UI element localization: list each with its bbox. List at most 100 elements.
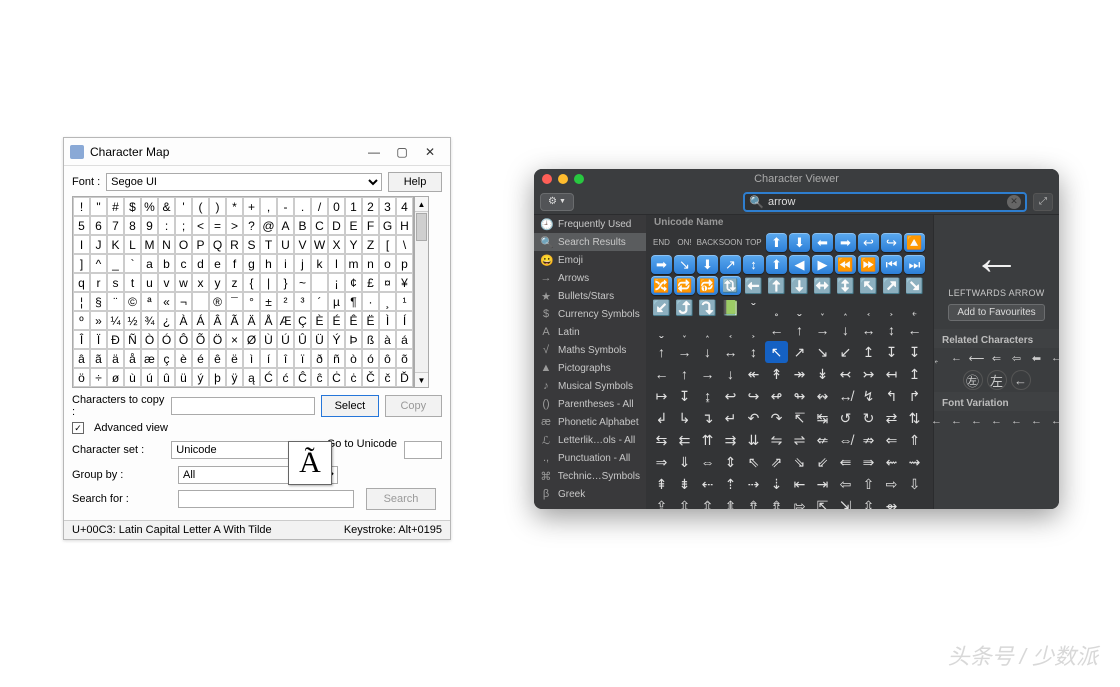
result-char[interactable]: ← bbox=[903, 319, 926, 341]
char-cell[interactable]: ° bbox=[243, 292, 260, 311]
result-char[interactable]: 🔁 bbox=[674, 276, 695, 295]
char-cell[interactable]: & bbox=[158, 197, 175, 216]
result-char[interactable]: ˳ bbox=[765, 297, 788, 319]
char-cell[interactable]: ÷ bbox=[90, 368, 107, 387]
result-char[interactable]: ↺ bbox=[834, 407, 857, 429]
char-cell[interactable]: F bbox=[362, 216, 379, 235]
result-char[interactable]: ⇑ bbox=[903, 429, 926, 451]
result-char[interactable]: ˲ bbox=[880, 297, 903, 319]
char-cell[interactable]: x bbox=[192, 273, 209, 292]
result-char[interactable]: ↪ bbox=[881, 233, 902, 252]
char-cell[interactable]: à bbox=[379, 330, 396, 349]
result-char[interactable]: ↑ bbox=[673, 363, 696, 385]
char-cell[interactable]: ­ bbox=[192, 292, 209, 311]
character-results-grid[interactable]: ENDON!BACKSOONTOP⬆⬇⬅➡↩↪🔼➡↘⬇↗↕⬆◀▶⏪⏩⏮⏭🔀🔁🔂🔃… bbox=[646, 230, 933, 509]
char-cell[interactable]: Å bbox=[260, 311, 277, 330]
char-cell[interactable]: Ä bbox=[243, 311, 260, 330]
char-cell[interactable]: č bbox=[379, 368, 396, 387]
char-cell[interactable]: - bbox=[277, 197, 294, 216]
result-char[interactable]: ↧ bbox=[880, 341, 903, 363]
result-char[interactable]: ↤ bbox=[880, 363, 903, 385]
result-char[interactable]: ↰ bbox=[880, 385, 903, 407]
char-cell[interactable]: Y bbox=[345, 235, 362, 254]
result-char[interactable]: ↕ bbox=[742, 341, 765, 363]
char-cell[interactable]: K bbox=[107, 235, 124, 254]
related-char[interactable]: ← bbox=[949, 413, 965, 429]
char-cell[interactable]: Č bbox=[362, 368, 379, 387]
result-char[interactable]: ⇲ bbox=[834, 495, 857, 509]
char-cell[interactable]: Ì bbox=[379, 311, 396, 330]
sidebar-item[interactable]: √Maths Symbols bbox=[534, 341, 646, 359]
char-cell[interactable]: Ñ bbox=[124, 330, 141, 349]
result-char[interactable]: ⬆ bbox=[766, 255, 787, 274]
char-cell[interactable]: ¼ bbox=[107, 311, 124, 330]
char-cell[interactable]: ¥ bbox=[396, 273, 413, 292]
help-button[interactable]: Help bbox=[388, 172, 442, 192]
result-char[interactable]: ↳ bbox=[673, 407, 696, 429]
char-cell[interactable]: I bbox=[73, 235, 90, 254]
char-cell[interactable]: L bbox=[124, 235, 141, 254]
char-cell[interactable]: Ù bbox=[260, 330, 277, 349]
add-favourite-button[interactable]: Add to Favourites bbox=[948, 304, 1044, 321]
result-char[interactable]: ˱ bbox=[857, 297, 880, 319]
char-cell[interactable]: Á bbox=[192, 311, 209, 330]
result-char[interactable]: ⇖ bbox=[742, 451, 765, 473]
char-cell[interactable]: Ò bbox=[141, 330, 158, 349]
char-cell[interactable]: õ bbox=[396, 349, 413, 368]
char-cell[interactable]: É bbox=[328, 311, 345, 330]
char-cell[interactable]: Ĉ bbox=[294, 368, 311, 387]
char-cell[interactable]: § bbox=[90, 292, 107, 311]
result-char[interactable]: TOP bbox=[742, 232, 765, 254]
result-char[interactable]: SOON bbox=[719, 232, 742, 254]
char-cell[interactable]: ¢ bbox=[345, 273, 362, 292]
mac-titlebar[interactable]: Character Viewer bbox=[534, 169, 1059, 189]
char-cell[interactable]: v bbox=[158, 273, 175, 292]
char-cell[interactable]: ß bbox=[362, 330, 379, 349]
char-cell[interactable]: Ö bbox=[209, 330, 226, 349]
char-cell[interactable]: 2 bbox=[362, 197, 379, 216]
result-char[interactable]: ⇒ bbox=[650, 451, 673, 473]
char-cell[interactable]: } bbox=[277, 273, 294, 292]
result-char[interactable]: ↹ bbox=[811, 407, 834, 429]
result-char[interactable]: ˰ bbox=[834, 297, 857, 319]
result-char[interactable]: ↓ bbox=[719, 363, 742, 385]
char-cell[interactable]: ¶ bbox=[345, 292, 362, 311]
char-cell[interactable]: p bbox=[396, 254, 413, 273]
result-char[interactable]: ➡ bbox=[651, 255, 672, 274]
char-cell[interactable]: 9 bbox=[141, 216, 158, 235]
char-cell[interactable]: A bbox=[277, 216, 294, 235]
result-char[interactable]: ⏮ bbox=[881, 255, 902, 274]
result-char[interactable]: ⇇ bbox=[673, 429, 696, 451]
sidebar-item[interactable]: ⌘Technic…Symbols bbox=[534, 467, 646, 485]
related-char[interactable]: ← bbox=[969, 413, 985, 429]
search-input[interactable] bbox=[178, 490, 354, 508]
char-cell[interactable]: 1 bbox=[345, 197, 362, 216]
char-cell[interactable]: @ bbox=[260, 216, 277, 235]
char-cell[interactable]: Ý bbox=[328, 330, 345, 349]
result-char[interactable]: ↲ bbox=[650, 407, 673, 429]
result-char[interactable]: ↟ bbox=[765, 363, 788, 385]
result-char[interactable]: ↫ bbox=[765, 385, 788, 407]
char-cell[interactable]: = bbox=[209, 216, 226, 235]
char-cell[interactable]: y bbox=[209, 273, 226, 292]
advanced-checkbox[interactable]: ✓ bbox=[72, 422, 84, 434]
related-char[interactable]: ← bbox=[929, 413, 945, 429]
char-cell[interactable]: â bbox=[73, 349, 90, 368]
char-cell[interactable]: i bbox=[277, 254, 294, 273]
char-cell[interactable]: Ë bbox=[362, 311, 379, 330]
result-char[interactable]: ↕️ bbox=[834, 275, 857, 297]
sidebar-item[interactable]: βGreek bbox=[534, 485, 646, 503]
result-char[interactable]: BACK bbox=[696, 232, 719, 254]
result-char[interactable]: ↴ bbox=[696, 407, 719, 429]
char-cell[interactable]: \ bbox=[396, 235, 413, 254]
char-cell[interactable]: N bbox=[158, 235, 175, 254]
result-char[interactable]: ⇯ bbox=[765, 495, 788, 509]
result-char[interactable]: ↙️ bbox=[650, 297, 673, 319]
result-char[interactable]: ↘ bbox=[811, 341, 834, 363]
char-cell[interactable]: » bbox=[90, 311, 107, 330]
result-char[interactable]: ⬆ bbox=[766, 233, 787, 252]
result-char[interactable]: ↓ bbox=[834, 319, 857, 341]
result-char[interactable]: ↕ bbox=[880, 319, 903, 341]
char-cell[interactable]: s bbox=[107, 273, 124, 292]
result-char[interactable]: ˲ bbox=[742, 319, 765, 341]
